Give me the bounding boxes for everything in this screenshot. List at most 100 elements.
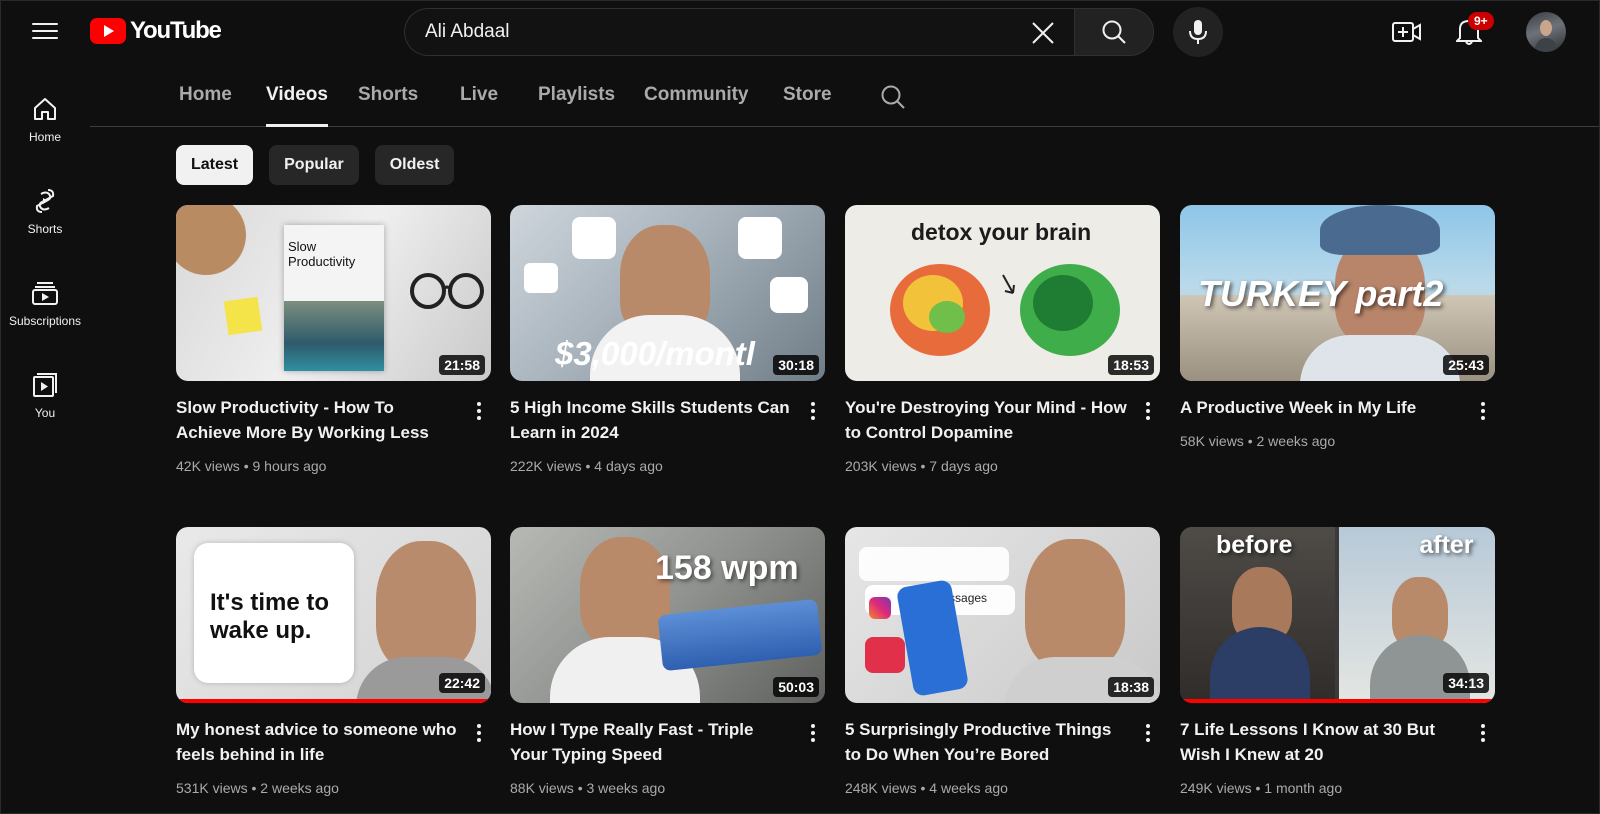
video-duration: 18:38 [1108,677,1154,697]
upload-age: 9 hours ago [252,458,327,474]
sidebar-item-you[interactable]: You [0,358,90,438]
video-thumbnail[interactable]: Slow Productivity 21:58 [176,205,491,381]
view-count: 531K views [176,780,248,796]
sidebar-item-home[interactable]: Home [0,82,90,162]
video-meta: 203K views • 7 days ago [845,458,998,474]
search-bar [404,8,1154,56]
tab-shorts[interactable]: Shorts [358,84,418,127]
create-video-icon[interactable] [1390,15,1424,49]
video-title[interactable]: Slow Productivity - How To Achieve More … [176,395,458,445]
sidebar-item-subscriptions[interactable]: Subscriptions [0,266,90,346]
account-avatar[interactable] [1526,12,1566,52]
video-thumbnail[interactable]: $3,000/montl 30:18 [510,205,825,381]
view-count: 58K views [1180,433,1244,449]
notification-count-badge: 9+ [1468,12,1494,30]
video-meta: 58K views • 2 weeks ago [1180,433,1336,449]
tab-videos[interactable]: Videos [266,84,328,127]
sort-chips: Latest Popular Oldest [176,145,455,185]
video-thumbnail[interactable]: It's time to wake up. 22:42 [176,527,491,703]
hamburger-menu-icon[interactable] [28,18,62,44]
thumbnail-text: detox your brain [911,219,1092,245]
search-box [404,8,1074,56]
view-count: 42K views [176,458,240,474]
upload-age: 7 days ago [929,458,998,474]
video-card: 7 new messages 18:38 5 Surprisingly Prod… [845,527,1160,796]
youtube-logo[interactable]: YouTube [90,16,222,46]
video-meta: 42K views • 9 hours ago [176,458,327,474]
search-input[interactable] [425,21,985,43]
more-options-icon[interactable] [1140,721,1156,745]
search-icon [1102,20,1126,44]
video-card: 158 wpm 50:03 How I Type Really Fast - T… [510,527,825,796]
video-thumbnail[interactable]: 158 wpm 50:03 [510,527,825,703]
video-duration: 50:03 [773,677,819,697]
tab-live[interactable]: Live [460,84,498,127]
sidebar-item-shorts[interactable]: Shorts [0,174,90,254]
microphone-icon [1189,20,1207,44]
clear-search-icon[interactable] [1030,20,1056,46]
video-card: $3,000/montl 30:18 5 High Income Skills … [510,205,825,474]
video-duration: 22:42 [439,673,485,693]
video-thumbnail[interactable]: before after 34:13 [1180,527,1495,703]
more-options-icon[interactable] [805,721,821,745]
more-options-icon[interactable] [471,721,487,745]
video-title[interactable]: How I Type Really Fast - Triple Your Typ… [510,717,792,767]
voice-search-button[interactable] [1173,7,1223,57]
video-card: TURKEY part2 25:43 A Productive Week in … [1180,205,1495,449]
video-title[interactable]: My honest advice to someone who feels be… [176,717,458,767]
video-thumbnail[interactable]: detox your brain 18:53 [845,205,1160,381]
you-icon [33,373,57,397]
video-card: detox your brain 18:53 You're Destroying… [845,205,1160,474]
video-meta: 222K views • 4 days ago [510,458,663,474]
chip-latest[interactable]: Latest [176,145,254,185]
thumbnail-text: before after [1216,531,1474,559]
video-duration: 34:13 [1443,673,1489,693]
tab-playlists[interactable]: Playlists [538,84,615,127]
channel-search-icon[interactable] [880,84,906,115]
thumbnail-text: TURKEY part2 [1198,273,1444,314]
video-title[interactable]: 5 Surprisingly Productive Things to Do W… [845,717,1127,767]
tab-store[interactable]: Store [783,84,832,127]
upload-age: 2 weeks ago [1256,433,1336,449]
logo-text: YouTube [130,17,222,44]
video-meta: 248K views • 4 weeks ago [845,780,1008,796]
more-options-icon[interactable] [1475,399,1491,423]
more-options-icon[interactable] [1140,399,1156,423]
search-button[interactable] [1074,8,1154,56]
sidebar-item-label: Subscriptions [8,314,82,328]
view-count: 248K views [845,780,917,796]
video-title[interactable]: 5 High Income Skills Students Can Learn … [510,395,792,445]
video-card: It's time to wake up. 22:42 My honest ad… [176,527,491,796]
video-title[interactable]: A Productive Week in My Life [1180,395,1462,420]
watch-progress-bar [1180,699,1495,703]
view-count: 88K views [510,780,574,796]
more-options-icon[interactable] [471,399,487,423]
play-logo-icon [90,18,126,44]
video-meta: 88K views • 3 weeks ago [510,780,666,796]
video-thumbnail[interactable]: TURKEY part2 25:43 [1180,205,1495,381]
video-title[interactable]: You're Destroying Your Mind - How to Con… [845,395,1127,445]
video-duration: 25:43 [1443,355,1489,375]
video-card: Slow Productivity 21:58 Slow Productivit… [176,205,491,474]
tab-community[interactable]: Community [644,84,749,127]
upload-age: 4 weeks ago [929,780,1008,796]
upload-age: 3 weeks ago [586,780,666,796]
watch-progress-bar [176,699,491,703]
thumbnail-text: $3,000/montl [555,335,755,372]
chip-oldest[interactable]: Oldest [374,145,455,185]
video-card: before after 34:13 7 Life Lessons I Know… [1180,527,1495,796]
thumbnail-text: It's time to wake up. [210,589,330,644]
thumbnail-text: Slow Productivity [288,239,356,269]
sidebar-item-label: Shorts [27,222,63,236]
more-options-icon[interactable] [1475,721,1491,745]
view-count: 203K views [845,458,917,474]
thumbnail-text: 158 wpm [655,549,799,587]
video-duration: 18:53 [1108,355,1154,375]
sidebar-item-label: Home [28,130,61,144]
video-thumbnail[interactable]: 7 new messages 18:38 [845,527,1160,703]
chip-popular[interactable]: Popular [269,145,359,185]
video-title[interactable]: 7 Life Lessons I Know at 30 But Wish I K… [1180,717,1462,767]
view-count: 249K views [1180,780,1252,796]
more-options-icon[interactable] [805,399,821,423]
tab-home[interactable]: Home [179,84,232,127]
